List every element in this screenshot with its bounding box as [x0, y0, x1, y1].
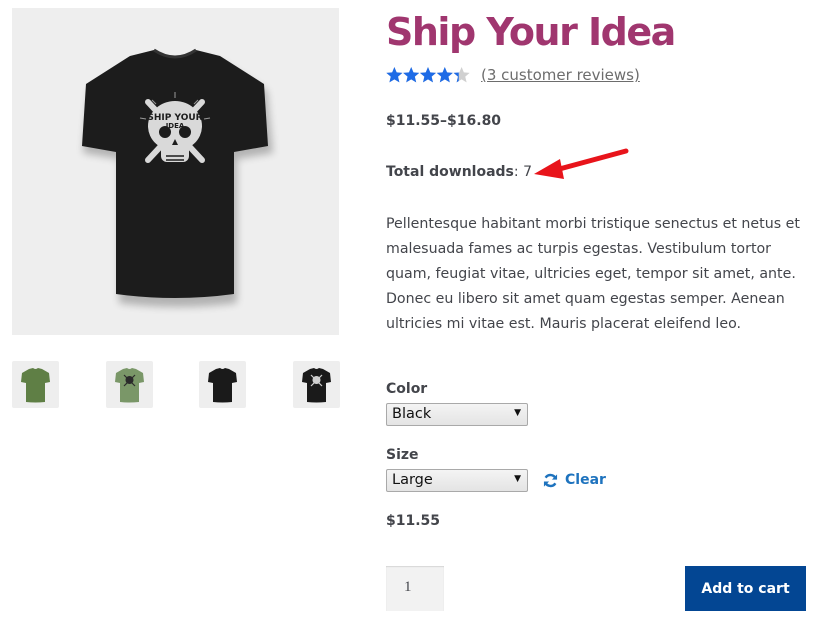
- star-filled-icon: [419, 67, 437, 83]
- gallery-thumbnail[interactable]: [293, 361, 340, 408]
- star-filled-icon: [403, 67, 420, 83]
- size-label: Size: [386, 447, 419, 463]
- gallery-thumbnail[interactable]: [106, 361, 153, 408]
- customer-reviews-link[interactable]: (3 customer reviews): [481, 66, 640, 84]
- star-filled-icon: [386, 67, 403, 83]
- variation-price: $11.55: [386, 513, 441, 529]
- svg-text:IDEA: IDEA: [166, 122, 185, 130]
- tshirt-image: SHIP YOUR IDEA: [82, 48, 273, 307]
- color-select[interactable]: Black ▼: [386, 403, 528, 426]
- clear-variations-link[interactable]: Clear: [543, 472, 606, 488]
- size-selected-value: Large: [392, 472, 433, 488]
- annotation-arrow-icon: [534, 148, 629, 179]
- tshirt-thumbnail-image: [115, 368, 144, 403]
- total-downloads: Total downloads: 7: [386, 164, 532, 180]
- gallery-thumbnail[interactable]: [12, 361, 59, 408]
- tshirt-thumbnail-image: [302, 368, 331, 403]
- size-select[interactable]: Large ▼: [386, 469, 528, 492]
- total-downloads-label: Total downloads: [386, 164, 514, 180]
- clear-label: Clear: [565, 472, 606, 488]
- dropdown-arrow-icon: ▼: [514, 474, 521, 484]
- star-rating: [386, 66, 470, 84]
- refresh-icon: [543, 473, 558, 487]
- total-downloads-separator: :: [513, 164, 524, 180]
- product-title: Ship Your Idea: [386, 10, 676, 54]
- quantity-input[interactable]: 1: [386, 566, 444, 611]
- star-filled-icon: [436, 67, 453, 83]
- product-description: Pellentesque habitant morbi tristique se…: [386, 216, 800, 332]
- color-label: Color: [386, 381, 428, 397]
- add-to-cart-button[interactable]: Add to cart: [685, 566, 806, 611]
- price-range: $11.55–$16.80: [386, 113, 502, 129]
- tshirt-thumbnail-image: [208, 368, 237, 403]
- gallery-thumbnail[interactable]: [199, 361, 246, 408]
- dropdown-arrow-icon: ▼: [514, 408, 521, 418]
- tshirt-thumbnail-image: [21, 368, 50, 403]
- product-main-image[interactable]: SHIP YOUR IDEA: [12, 8, 339, 335]
- color-selected-value: Black: [392, 406, 432, 422]
